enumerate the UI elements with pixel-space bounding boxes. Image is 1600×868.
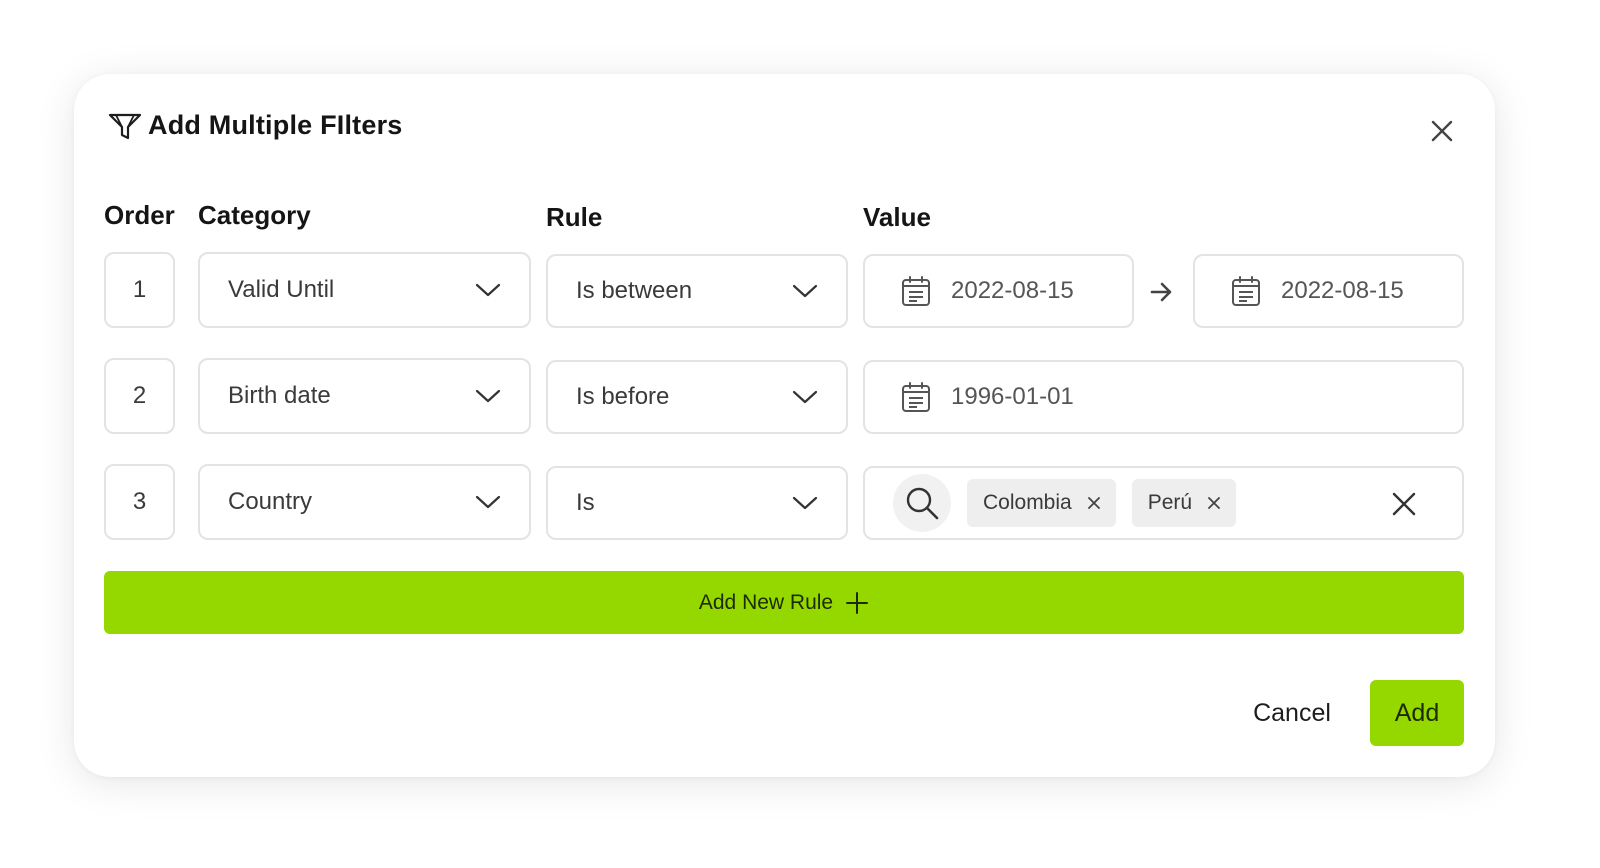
date-input-2[interactable]: 1996-01-01: [863, 360, 1464, 434]
clear-icon[interactable]: [1391, 491, 1417, 517]
column-header-value: Value: [863, 202, 931, 232]
rule-select-2[interactable]: Is before: [546, 360, 848, 434]
tag-chip: Perú: [1131, 479, 1237, 527]
rule-value: Is between: [576, 277, 693, 304]
column-header-rule: Rule: [546, 202, 603, 232]
chevron-down-icon: [475, 283, 501, 297]
order-number: 3: [132, 488, 147, 515]
dialog-title: Add Multiple FIlters: [148, 110, 403, 140]
order-number: 1: [132, 276, 147, 303]
cancel-button[interactable]: Cancel: [1234, 680, 1350, 746]
calendar-icon: [902, 276, 930, 306]
close-icon[interactable]: [1429, 118, 1455, 144]
add-filters-dialog: Add Multiple FIlters Order Category Rule…: [74, 74, 1495, 777]
category-select-2[interactable]: Birth date: [198, 358, 531, 434]
tag-chip: Colombia: [967, 479, 1116, 527]
country-tag-input[interactable]: Colombia Perú: [863, 466, 1464, 540]
plus-icon: [846, 591, 869, 614]
date-to-value: 2022-08-15: [1281, 277, 1404, 304]
column-header-order: Order: [104, 200, 175, 230]
chevron-down-icon: [475, 495, 501, 509]
date-from-value: 2022-08-15: [951, 277, 1074, 304]
dialog-header: Add Multiple FIlters: [108, 110, 403, 141]
cancel-label: Cancel: [1253, 698, 1331, 727]
order-field-3[interactable]: 3: [104, 464, 175, 540]
chevron-down-icon: [475, 389, 501, 403]
category-value: Valid Until: [228, 276, 335, 303]
category-value: Birth date: [228, 382, 331, 409]
date-value: 1996-01-01: [951, 383, 1074, 410]
chevron-down-icon: [792, 496, 818, 510]
search-button[interactable]: [893, 474, 951, 532]
order-field-1[interactable]: 1: [104, 252, 175, 328]
calendar-icon: [1232, 276, 1260, 306]
chevron-down-icon: [792, 284, 818, 298]
tag-label: Perú: [1147, 491, 1193, 514]
search-icon: [906, 487, 939, 520]
remove-tag-icon[interactable]: [1087, 497, 1100, 509]
category-value: Country: [228, 488, 313, 515]
date-from-input-1[interactable]: 2022-08-15: [863, 254, 1134, 328]
add-button[interactable]: Add: [1370, 680, 1464, 746]
arrow-right-icon: [1150, 282, 1172, 302]
add-new-rule-button[interactable]: Add New Rule: [104, 571, 1464, 634]
rule-value: Is: [576, 489, 595, 516]
category-select-1[interactable]: Valid Until: [198, 252, 531, 328]
calendar-icon: [902, 382, 930, 412]
add-label: Add: [1394, 698, 1440, 727]
column-header-category: Category: [198, 200, 311, 230]
filter-icon: [108, 113, 142, 139]
rule-value: Is before: [576, 383, 670, 410]
chevron-down-icon: [792, 390, 818, 404]
rule-select-1[interactable]: Is between: [546, 254, 848, 328]
order-number: 2: [132, 382, 147, 409]
rule-select-3[interactable]: Is: [546, 466, 848, 540]
tag-label: Colombia: [983, 491, 1072, 514]
order-field-2[interactable]: 2: [104, 358, 175, 434]
remove-tag-icon[interactable]: [1208, 497, 1220, 509]
category-select-3[interactable]: Country: [198, 464, 531, 540]
date-to-input-1[interactable]: 2022-08-15: [1193, 254, 1464, 328]
add-new-rule-label: Add New Rule: [698, 590, 834, 614]
